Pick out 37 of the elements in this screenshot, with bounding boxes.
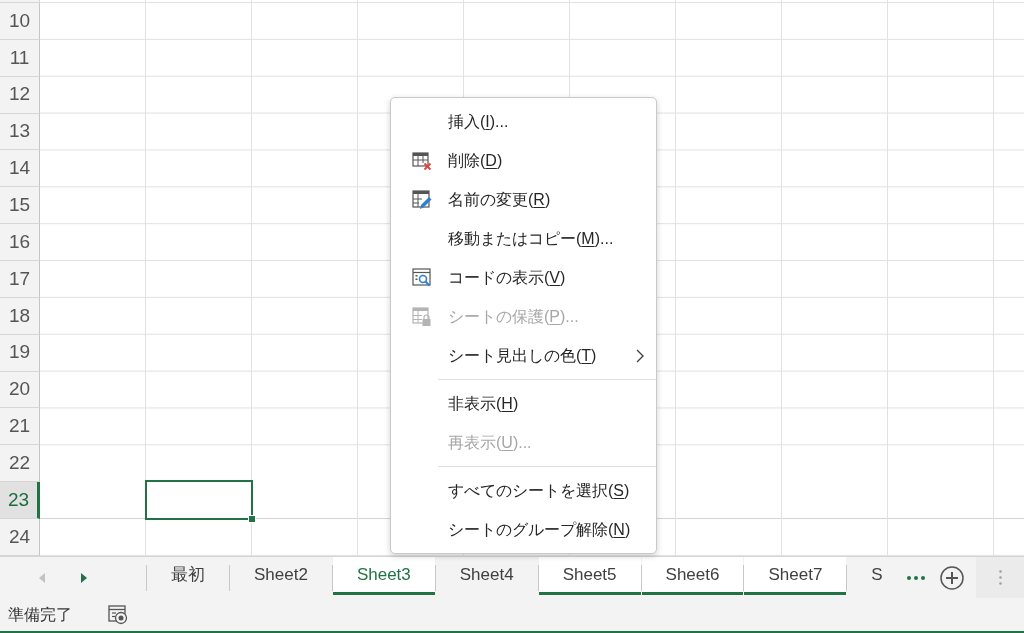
table-target-icon[interactable] <box>108 604 128 625</box>
sheet-tab[interactable]: S <box>847 557 907 595</box>
row-header[interactable]: 23 <box>0 482 40 520</box>
menu-item[interactable]: 移動またはコピー(M)... <box>391 219 656 258</box>
sheet-tab[interactable]: Sheet6 <box>641 557 744 595</box>
ellipsis-icon[interactable] <box>906 575 925 580</box>
sheet-tab[interactable]: Sheet7 <box>744 557 847 595</box>
sheet-tab[interactable]: Sheet4 <box>435 557 538 595</box>
sheet-tab[interactable]: Sheet2 <box>230 557 332 595</box>
grid-cell[interactable] <box>676 481 781 520</box>
status-text: 準備完了 <box>8 604 72 625</box>
vertical-dots-icon <box>998 570 1002 585</box>
menu-item[interactable]: 削除(D) <box>391 141 656 180</box>
sheet-tab[interactable]: Sheet5 <box>538 557 641 595</box>
menu-item[interactable]: コードの表示(V) <box>391 258 656 297</box>
plus-circle-icon[interactable] <box>939 565 964 590</box>
selected-cell[interactable] <box>145 479 253 521</box>
grid-cell[interactable] <box>888 481 993 520</box>
menu-item[interactable]: 挿入(I)... <box>391 102 656 141</box>
grid-cell[interactable] <box>252 481 357 520</box>
menu-item[interactable]: シート見出しの色(T) <box>391 336 656 375</box>
menu-item[interactable]: シートのグループ解除(N) <box>391 510 656 549</box>
menu-item[interactable]: 非表示(H) <box>391 384 656 423</box>
table-pencil-icon <box>412 189 432 210</box>
chevron-right-icon <box>636 348 644 363</box>
fill-handle[interactable] <box>248 515 256 524</box>
table-lock-icon <box>412 306 432 327</box>
tab-splitter[interactable] <box>975 557 1024 598</box>
table-delete-icon <box>412 150 432 171</box>
sheet-tab[interactable]: Sheet3 <box>332 557 435 595</box>
sheet-tab[interactable]: 最初 <box>147 557 229 595</box>
window-magnifier-icon <box>412 267 432 288</box>
caret-right-icon[interactable] <box>81 572 87 583</box>
menu-item[interactable]: すべてのシートを選択(S) <box>391 471 656 510</box>
grid-cell[interactable] <box>40 481 145 520</box>
grid-cell[interactable] <box>782 481 887 520</box>
menu-item[interactable]: 名前の変更(R) <box>391 180 656 219</box>
